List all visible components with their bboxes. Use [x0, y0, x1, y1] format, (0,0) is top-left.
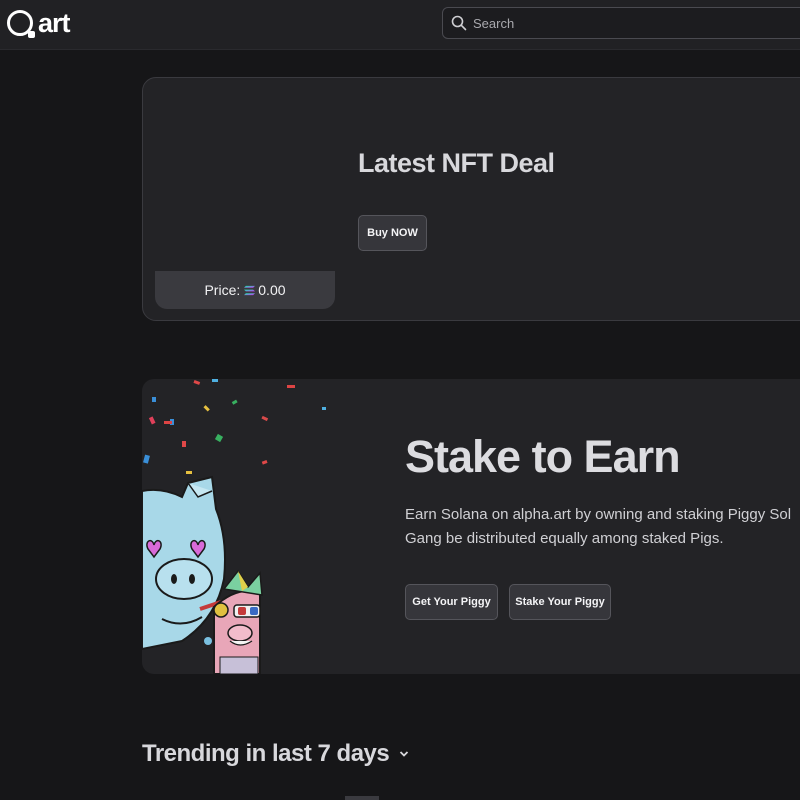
search-box[interactable] [442, 7, 800, 39]
piggy-illustration [142, 379, 326, 674]
latest-deal-card: Price: 0.00 Latest NFT Deal Buy NOW [142, 77, 800, 321]
trending-title: Trending in last 7 days [142, 740, 390, 767]
confetti [143, 379, 326, 474]
price-label: Price: [204, 282, 241, 298]
top-nav: art [0, 0, 800, 50]
stake-title: Stake to Earn [405, 431, 681, 482]
deal-title: Latest NFT Deal [358, 148, 555, 178]
logo-text: art [38, 7, 71, 38]
stake-description: Earn Solana on alpha.art by owning and s… [405, 506, 792, 547]
get-your-piggy-button[interactable]: Get Your Piggy [405, 584, 498, 620]
stake-to-earn-banner: Stake to Earn Earn Solana on alpha.art b… [142, 379, 800, 674]
search-input[interactable] [473, 15, 773, 31]
section-divider [345, 796, 379, 800]
stake-your-piggy-button[interactable]: Stake Your Piggy [509, 584, 611, 620]
search-icon [451, 15, 467, 31]
trending-header[interactable]: Trending in last 7 days [142, 740, 409, 768]
deal-price-bar: Price: 0.00 [155, 271, 335, 309]
chevron-down-icon[interactable] [399, 750, 409, 758]
alpha-art-logo[interactable]: art [7, 6, 71, 40]
buy-now-button[interactable]: Buy NOW [358, 215, 427, 251]
blue-pig [142, 475, 226, 651]
alpha-logo-icon [7, 10, 35, 38]
price-value: 0.00 [258, 282, 286, 298]
solana-icon [244, 285, 256, 295]
